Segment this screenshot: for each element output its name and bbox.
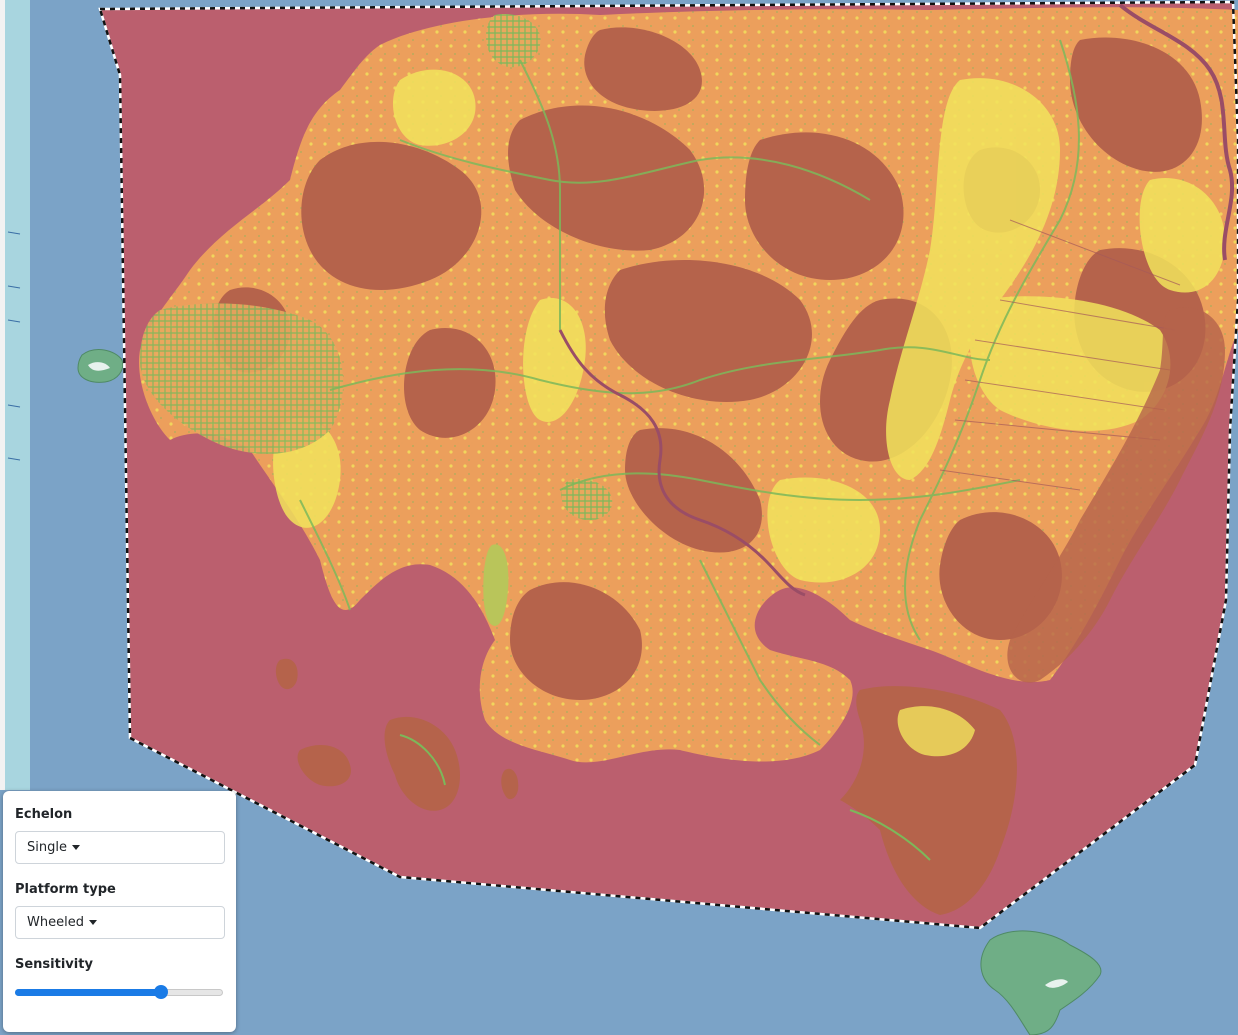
caret-down-icon (71, 845, 80, 850)
caret-down-icon (88, 920, 97, 925)
left-edge (0, 0, 5, 790)
control-panel: Echelon Single Platform type Wheeled Sen… (3, 791, 236, 1032)
slider-thumb[interactable] (153, 985, 168, 999)
platform-type-dropdown[interactable]: Wheeled (15, 906, 225, 939)
echelon-dropdown[interactable]: Single (15, 831, 225, 864)
sensitivity-slider[interactable] (15, 981, 223, 1001)
slider-fill (15, 989, 161, 996)
platform-type-value: Wheeled (27, 915, 84, 930)
platform-type-label: Platform type (15, 882, 116, 897)
echelon-value: Single (27, 840, 67, 855)
sensitivity-label: Sensitivity (15, 957, 93, 972)
island-southeast-outside (980, 930, 1102, 1035)
echelon-label: Echelon (15, 807, 73, 822)
